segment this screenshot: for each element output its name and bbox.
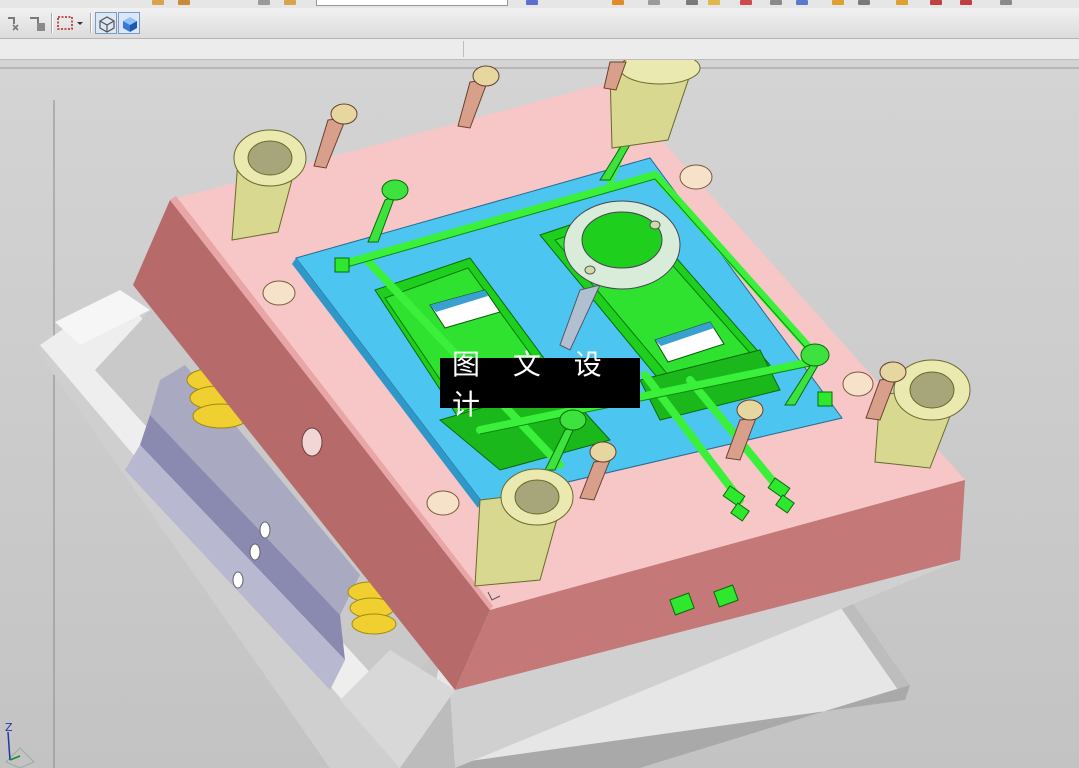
cropped-toolbar-icon[interactable]: [832, 0, 844, 5]
toolbar-separator: [90, 13, 92, 33]
cropped-toolbar-icon[interactable]: [648, 0, 660, 5]
cropped-toolbar-icon[interactable]: [284, 0, 296, 5]
cropped-toolbar-icon[interactable]: [708, 0, 720, 5]
triad-z-label: Z: [5, 721, 13, 734]
cropped-toolbar-icon[interactable]: [858, 0, 870, 5]
wireframe-view-icon[interactable]: [95, 12, 117, 34]
cropped-toolbar-icon[interactable]: [258, 0, 270, 5]
toolbar-separator: [51, 13, 53, 33]
cropped-toolbar-icon[interactable]: [178, 0, 190, 5]
snap-edge-icon[interactable]: [27, 12, 49, 34]
cropped-toolbar-icon[interactable]: [612, 0, 624, 5]
cropped-toolbar-icon[interactable]: [740, 0, 752, 5]
cropped-toolbar-icon[interactable]: [960, 0, 972, 5]
toolbar-divider: [463, 41, 464, 57]
cropped-toolbar-icon[interactable]: [152, 0, 164, 5]
graphics-viewport[interactable]: Z 图 文 设 计: [0, 60, 1079, 768]
cropped-toolbar-icon[interactable]: [896, 0, 908, 5]
watermark-label: 图 文 设 计: [440, 348, 640, 421]
view-toolbar: [0, 8, 1079, 39]
cropped-input-field[interactable]: [316, 0, 508, 6]
side-hole: [301, 427, 323, 457]
cropped-toolbar-icon[interactable]: [930, 0, 942, 5]
secondary-toolbar: [0, 39, 1079, 60]
cropped-toolbar-icon[interactable]: [526, 0, 538, 5]
cropped-toolbar-icon[interactable]: [796, 0, 808, 5]
shaded-view-icon[interactable]: [118, 12, 140, 34]
dropdown-arrow-icon[interactable]: [74, 12, 86, 34]
snap-point-icon[interactable]: [4, 12, 26, 34]
cropped-toolbar-icon[interactable]: [686, 0, 698, 5]
cropped-toolbar-icon[interactable]: [770, 0, 782, 5]
cropped-toolbar-icon[interactable]: [1000, 0, 1012, 5]
